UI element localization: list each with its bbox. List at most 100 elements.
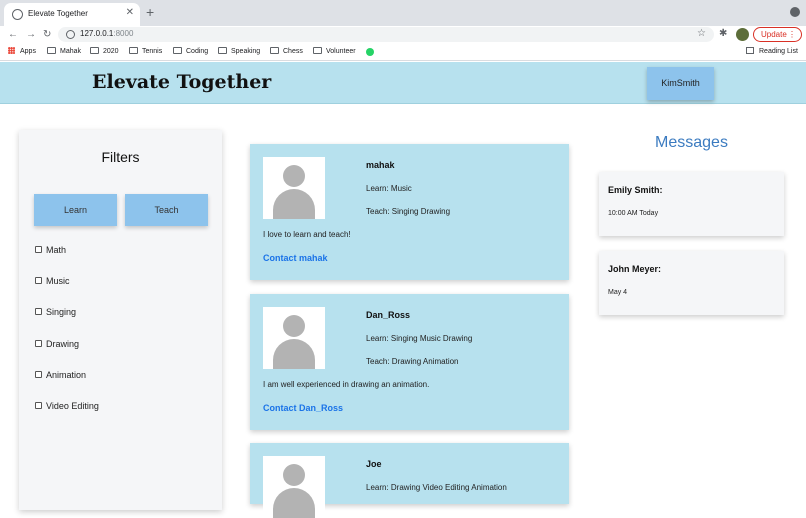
bookmark-2020[interactable]: 2020	[90, 47, 119, 57]
bookmark-label: Apps	[20, 48, 36, 55]
bookmark-label: Mahak	[60, 48, 82, 55]
filter-label: Math	[46, 245, 67, 255]
new-tab-icon[interactable]: +	[146, 5, 154, 19]
reading-list-button[interactable]: Reading List	[746, 47, 798, 57]
site-title: Elevate Together	[92, 71, 272, 93]
profile-name: Dan_Ross	[366, 310, 411, 320]
profile-card: Dan_Ross Learn: Singing Music Drawing Te…	[250, 294, 569, 430]
message-time: 10:00 AM Today	[608, 210, 659, 217]
filter-label: Music	[46, 276, 70, 286]
profile-bio: I am well experienced in drawing an anim…	[263, 380, 430, 389]
profile-learn: Learn: Drawing Video Editing Animation	[366, 483, 507, 492]
filters-panel: Filters Learn Teach Math Music Singing D…	[19, 130, 222, 510]
web-page: Elevate Together KimSmith Filters Learn …	[0, 62, 806, 518]
bookmark-speaking[interactable]: Speaking	[218, 47, 260, 57]
avatar-head	[283, 464, 305, 486]
bookmark-chess[interactable]: Chess	[270, 47, 303, 57]
contact-link[interactable]: Contact mahak	[263, 253, 328, 263]
teach-button[interactable]: Teach	[125, 194, 208, 226]
tab-title: Elevate Together	[28, 9, 88, 18]
folder-icon	[129, 47, 138, 54]
site-header: Elevate Together KimSmith	[0, 62, 806, 104]
bookmark-tennis[interactable]: Tennis	[129, 47, 162, 57]
bookmark-label: Coding	[186, 48, 209, 55]
filter-math[interactable]: Math	[35, 244, 66, 256]
close-icon[interactable]: ✕	[126, 7, 134, 18]
extensions-puzzle-icon[interactable]: ✱	[719, 28, 727, 39]
site-info-icon[interactable]	[66, 30, 75, 39]
message-sender: John Meyer:	[608, 264, 662, 274]
avatar	[263, 157, 325, 219]
kebab-menu-icon: ⋮	[788, 30, 796, 39]
profile-bio: I love to learn and teach!	[263, 230, 351, 239]
bookmark-label: Volunteer	[326, 48, 356, 55]
profile-teach: Teach: Drawing Animation	[366, 357, 459, 366]
filter-label: Animation	[46, 370, 87, 380]
message-card[interactable]: Emily Smith: 10:00 AM Today	[599, 172, 784, 236]
reload-icon[interactable]: ↻	[43, 28, 51, 42]
filter-music[interactable]: Music	[35, 275, 70, 287]
filter-animation[interactable]: Animation	[35, 369, 86, 381]
window-menu-icon[interactable]	[790, 7, 800, 17]
avatar-head	[283, 165, 305, 187]
bookmark-label: Speaking	[231, 48, 261, 55]
url-text: 127.0.0.1:8000	[80, 29, 133, 38]
whatsapp-icon[interactable]	[366, 48, 374, 56]
avatar-body	[273, 189, 315, 219]
profile-avatar[interactable]	[736, 28, 749, 41]
folder-icon	[173, 47, 182, 54]
reading-list-label: Reading List	[759, 48, 798, 55]
messages-title: Messages	[655, 134, 728, 151]
filter-singing[interactable]: Singing	[35, 306, 76, 318]
profile-name: Joe	[366, 459, 382, 469]
profile-card: mahak Learn: Music Teach: Singing Drawin…	[250, 144, 569, 280]
checkbox[interactable]	[35, 340, 42, 347]
url-input[interactable]: 127.0.0.1:8000 ☆	[58, 27, 714, 42]
checkbox[interactable]	[35, 246, 42, 253]
bookmark-apps[interactable]: Apps	[8, 47, 36, 57]
filter-label: Singing	[46, 307, 77, 317]
globe-icon	[12, 9, 23, 20]
message-card[interactable]: John Meyer: May 4	[599, 251, 784, 315]
filter-label: Drawing	[46, 339, 80, 349]
folder-icon	[270, 47, 279, 54]
forward-arrow-icon[interactable]: →	[26, 28, 36, 42]
learn-button[interactable]: Learn	[34, 194, 117, 226]
checkbox[interactable]	[35, 371, 42, 378]
bookmark-mahak[interactable]: Mahak	[47, 47, 81, 57]
user-profile-button[interactable]: KimSmith	[647, 67, 714, 100]
bookmark-coding[interactable]: Coding	[173, 47, 208, 57]
update-label: Update	[761, 30, 787, 39]
bookmark-volunteer[interactable]: Volunteer	[313, 47, 356, 57]
filter-label: Video Editing	[46, 401, 99, 411]
folder-icon	[90, 47, 99, 54]
profile-name: mahak	[366, 160, 395, 170]
bookmark-label: 2020	[103, 48, 119, 55]
message-time: May 4	[608, 289, 628, 296]
checkbox[interactable]	[35, 308, 42, 315]
folder-icon	[218, 47, 227, 54]
message-sender: Emily Smith:	[608, 185, 663, 195]
bookmark-star-icon[interactable]: ☆	[697, 28, 706, 39]
filters-title: Filters	[101, 149, 140, 165]
folder-icon	[47, 47, 56, 54]
folder-icon	[313, 47, 322, 54]
checkbox[interactable]	[35, 402, 42, 409]
profile-card: Joe Learn: Drawing Video Editing Animati…	[250, 443, 569, 518]
apps-grid-icon	[8, 47, 15, 54]
update-button[interactable]: Update ⋮	[753, 27, 802, 42]
profile-learn: Learn: Singing Music Drawing	[366, 334, 473, 343]
filter-drawing[interactable]: Drawing	[35, 338, 79, 350]
browser-tab[interactable]: Elevate Together ✕	[4, 3, 140, 26]
checkbox[interactable]	[35, 277, 42, 284]
back-arrow-icon[interactable]: ←	[8, 28, 18, 42]
profile-teach: Teach: Singing Drawing	[366, 207, 451, 216]
contact-link[interactable]: Contact Dan_Ross	[263, 403, 343, 413]
bookmark-label: Chess	[283, 48, 303, 55]
avatar-body	[273, 339, 315, 369]
avatar-head	[283, 315, 305, 337]
avatar	[263, 307, 325, 369]
profile-learn: Learn: Music	[366, 184, 412, 193]
filter-video-editing[interactable]: Video Editing	[35, 400, 99, 412]
bookmarks-bar: Apps Mahak 2020 Tennis Coding Speaking C…	[0, 44, 806, 61]
